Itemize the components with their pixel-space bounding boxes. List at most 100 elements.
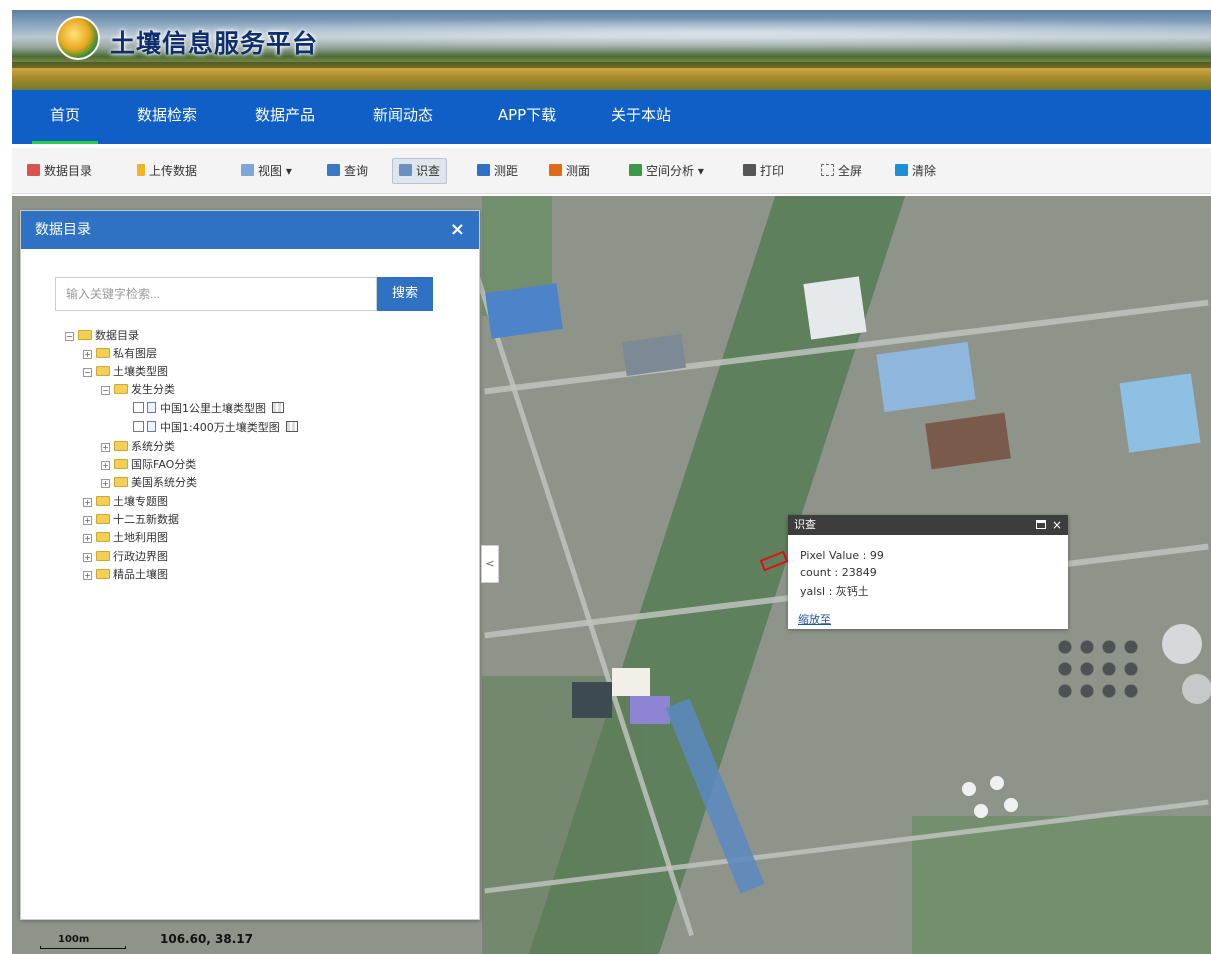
folder-icon [78, 330, 92, 340]
layer-icon [147, 421, 156, 432]
tree-node-fao-classification[interactable]: + 国际FAO分类 [101, 456, 196, 474]
tool-measure-distance-button[interactable]: 测距 [470, 158, 525, 184]
tool-view-dropdown[interactable]: 视图 ▾ [234, 158, 299, 184]
zoom-to-link[interactable]: 缩放至 [798, 611, 831, 627]
tree-node-land-use[interactable]: + 土地利用图 [83, 529, 168, 547]
tool-query-label: 查询 [344, 164, 369, 178]
legend-icon[interactable] [285, 421, 298, 432]
tool-measure-area-button[interactable]: 测面 [542, 158, 597, 184]
folder-icon [96, 569, 110, 579]
site-title[interactable]: 土壤信息服务平台 [110, 24, 318, 60]
tree-node-private-layers[interactable]: + 私有图层 [83, 345, 157, 363]
tool-print-label: 打印 [760, 164, 785, 178]
tree-node-soil-type-map[interactable]: − 土壤类型图 [83, 363, 168, 381]
layer-checkbox[interactable] [133, 421, 144, 432]
nav-item-data-products[interactable]: 数据产品 [240, 90, 330, 144]
site-logo-icon[interactable] [56, 16, 100, 60]
map-field [912, 816, 1211, 954]
tool-spatial-analysis-dropdown[interactable]: 空间分析 ▾ [622, 158, 711, 184]
expand-icon[interactable]: + [83, 350, 92, 359]
nav-item-app-download[interactable]: APP下载 [477, 90, 577, 144]
main-nav: 首页 数据检索 数据产品 新闻动态 APP下载 关于本站 [12, 90, 1211, 144]
popup-header: 识查 × [788, 515, 1068, 535]
nav-item-data-search[interactable]: 数据检索 [122, 90, 212, 144]
collapse-icon[interactable]: − [101, 386, 110, 395]
map-tank-cluster [1054, 636, 1144, 706]
expand-icon[interactable]: + [101, 443, 110, 452]
folder-icon [114, 384, 128, 394]
tree-node-label: 土地利用图 [113, 531, 168, 544]
upload-icon [137, 164, 145, 176]
tool-upload-button[interactable]: 上传数据 [130, 158, 204, 184]
tree-node-12th-five-year[interactable]: + 十二五新数据 [83, 511, 179, 529]
cursor-coordinates: 106.60, 38.17 [160, 932, 253, 946]
measure-distance-icon [477, 164, 490, 176]
tree-node-soil-thematic[interactable]: + 土壤专题图 [83, 493, 168, 511]
tree-layer-1km-soil[interactable]: 中国1公里土壤类型图 [133, 400, 284, 418]
map-toolbar: 数据目录 上传数据 视图 ▾ 查询 识查 测距 测面 空间分析 ▾ 打印 全屏 [12, 148, 1211, 194]
search-input[interactable] [55, 277, 377, 311]
map-tank [1182, 674, 1211, 704]
panel-collapse-button[interactable]: < [481, 545, 499, 583]
tree-node-label: 十二五新数据 [113, 513, 179, 526]
panel-title: 数据目录 [35, 222, 91, 238]
tool-clear-button[interactable]: 清除 [888, 158, 943, 184]
tool-identify-button[interactable]: 识查 [392, 158, 448, 184]
identify-popup: 识查 × Pixel Value : 99 count : 23849 yals… [788, 515, 1068, 629]
layer-icon [147, 402, 156, 413]
folder-icon [96, 514, 110, 524]
expand-icon[interactable]: + [83, 516, 92, 525]
tree-node-label: 土壤专题图 [113, 495, 168, 508]
tree-node-genetic-classification[interactable]: − 发生分类 [101, 381, 175, 399]
folder-icon [96, 496, 110, 506]
collapse-icon[interactable]: − [83, 368, 92, 377]
tool-measure-area-label: 测面 [566, 164, 591, 178]
tree-node-system-classification[interactable]: + 系统分类 [101, 438, 175, 456]
tree-node-root[interactable]: − 数据目录 [65, 327, 139, 345]
map-building [485, 283, 563, 339]
search-button[interactable]: 搜索 [377, 277, 433, 311]
close-icon[interactable]: × [450, 211, 465, 249]
popup-soil-class: yalsl : 灰钙土 [800, 585, 869, 598]
nav-item-news[interactable]: 新闻动态 [358, 90, 448, 144]
tree-node-label: 发生分类 [131, 383, 175, 396]
tool-fullscreen-button[interactable]: 全屏 [814, 158, 869, 184]
query-icon [327, 164, 340, 176]
tree-node-label: 行政边界图 [113, 550, 168, 563]
expand-icon[interactable]: + [101, 479, 110, 488]
expand-icon[interactable]: + [101, 461, 110, 470]
tree-node-premium-soil[interactable]: + 精品土壤图 [83, 566, 168, 584]
tool-measure-distance-label: 测距 [494, 164, 519, 178]
expand-icon[interactable]: + [83, 571, 92, 580]
tree-layer-4m-soil[interactable]: 中国1:400万土壤类型图 [133, 419, 298, 437]
map-building [572, 682, 612, 718]
folder-icon [96, 348, 110, 358]
tool-print-button[interactable]: 打印 [736, 158, 791, 184]
tree-node-label: 私有图层 [113, 347, 157, 360]
collapse-icon[interactable]: − [65, 332, 74, 341]
identify-icon [399, 164, 412, 176]
tree-node-label: 美国系统分类 [131, 476, 197, 489]
map-tank [1004, 798, 1018, 812]
layer-checkbox[interactable] [133, 402, 144, 413]
nav-item-about[interactable]: 关于本站 [596, 90, 686, 144]
tree-node-admin-boundary[interactable]: + 行政边界图 [83, 548, 168, 566]
search-row: 搜索 [55, 277, 433, 311]
tree-node-us-classification[interactable]: + 美国系统分类 [101, 474, 197, 492]
tool-catalog-button[interactable]: 数据目录 [20, 158, 99, 184]
folder-icon [114, 459, 128, 469]
nav-item-home[interactable]: 首页 [32, 90, 98, 144]
tree-node-label: 中国1:400万土壤类型图 [160, 421, 280, 434]
tree-node-label: 国际FAO分类 [131, 458, 197, 471]
maximize-icon[interactable] [1036, 520, 1046, 529]
map-building [876, 341, 976, 413]
expand-icon[interactable]: + [83, 534, 92, 543]
catalog-icon [27, 164, 40, 176]
tool-query-button[interactable]: 查询 [320, 158, 375, 184]
legend-icon[interactable] [272, 402, 284, 413]
banner-horizon [12, 62, 1211, 68]
expand-icon[interactable]: + [83, 553, 92, 562]
tree-node-label: 系统分类 [131, 440, 175, 453]
close-icon[interactable]: × [1052, 515, 1062, 535]
expand-icon[interactable]: + [83, 498, 92, 507]
